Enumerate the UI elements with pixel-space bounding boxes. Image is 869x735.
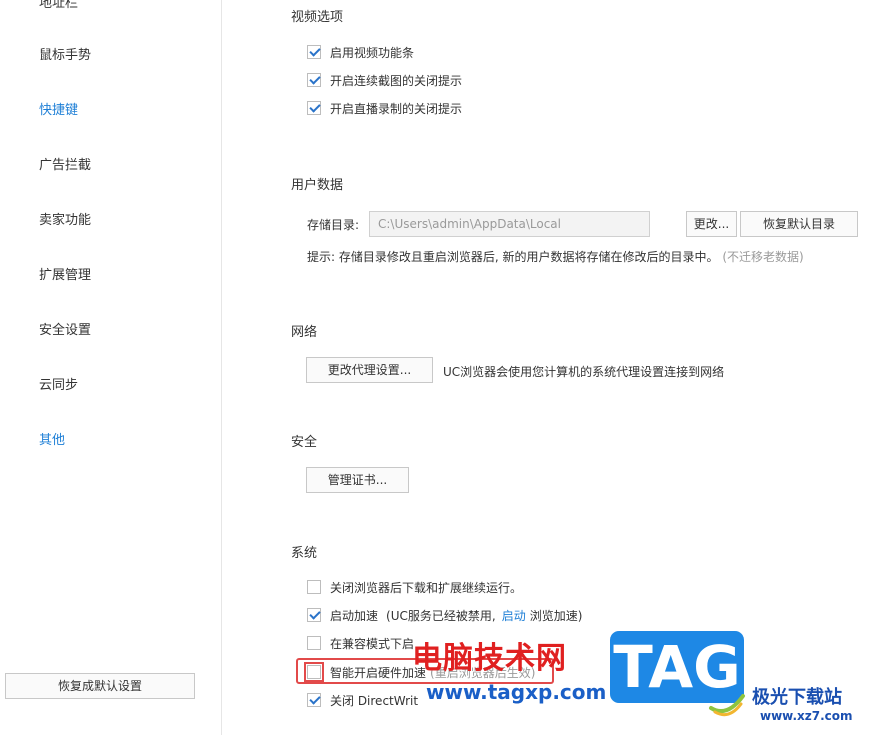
proxy-settings-button[interactable]: 更改代理设置... [306,357,433,383]
system-option-startup-boost[interactable]: 启动加速 (UC服务已经被禁用, 启动 浏览加速) [307,607,582,623]
checkbox[interactable] [307,101,321,115]
storage-hint: 提示: 存储目录修改且重启浏览器后, 新的用户数据将存储在修改后的目录中。 (不… [307,248,804,265]
video-option-screenshot-prompt[interactable]: 开启连续截图的关闭提示 [307,72,462,88]
startup-boost-note: (UC服务已经被禁用, [386,608,496,623]
checkbox-label: 在兼容模式下启 [330,636,415,651]
checkbox-label: 启动加速 [330,608,379,623]
sidebar-item-address-bar[interactable]: 地址栏 [39,0,78,11]
watermark-brand-url: www.xz7.com [760,709,853,723]
watermark-site-url: www.tagxp.com [426,680,607,704]
video-option-record-prompt[interactable]: 开启直播录制的关闭提示 [307,100,462,116]
sidebar-item-mouse-gestures[interactable]: 鼠标手势 [39,44,91,63]
system-option-compat-mode[interactable]: 在兼容模式下启 [307,635,414,651]
manage-certificates-button[interactable]: 管理证书... [306,467,409,493]
storage-path-input[interactable] [369,211,650,237]
system-option-directwrite[interactable]: 关闭 DirectWrit [307,692,418,708]
proxy-description: UC浏览器会使用您计算机的系统代理设置连接到网络 [443,365,725,379]
user-data-section-title: 用户数据 [291,178,344,193]
sidebar-item-cloud-sync[interactable]: 云同步 [39,374,78,393]
video-option-toolbar[interactable]: 启用视频功能条 [307,44,414,60]
sidebar-item-other[interactable]: 其他 [39,429,65,448]
checkbox[interactable] [307,636,321,650]
storage-hint-note: (不迁移老数据) [722,250,804,264]
watermark-site-name: 电脑技术网 [412,641,567,676]
settings-sidebar: 地址栏 鼠标手势 快捷键 广告拦截 卖家功能 扩展管理 安全设置 云同步 其他 … [0,0,222,735]
startup-boost-note-end: 浏览加速) [529,608,583,623]
checkbox-label: 启用视频功能条 [330,45,415,60]
storage-dir-label: 存储目录: [307,218,360,232]
change-dir-button[interactable]: 更改... [686,211,737,237]
storage-hint-text: 提示: 存储目录修改且重启浏览器后, 新的用户数据将存储在修改后的目录中。 [307,250,719,264]
checkbox[interactable] [307,45,321,59]
checkbox-label: 关闭浏览器后下载和扩展继续运行。 [330,580,523,595]
restore-dir-button[interactable]: 恢复默认目录 [740,211,858,237]
settings-main: 视频选项 启用视频功能条 开启连续截图的关闭提示 开启直播录制的关闭提示 用户数… [223,0,869,735]
checkbox-label: 开启直播录制的关闭提示 [330,101,463,116]
video-section-title: 视频选项 [291,10,344,25]
swoosh-icon [709,694,745,717]
sidebar-item-shortcuts[interactable]: 快捷键 [39,99,78,118]
checkbox[interactable] [307,693,321,707]
reset-all-button[interactable]: 恢复成默认设置 [5,673,195,699]
sidebar-item-ad-block[interactable]: 广告拦截 [39,154,91,173]
checkbox-label: 关闭 DirectWrit [330,693,419,708]
watermark-brand-name: 极光下载站 [752,687,842,708]
sidebar-item-extensions[interactable]: 扩展管理 [39,264,91,283]
checkbox[interactable] [307,73,321,87]
security-section-title: 安全 [291,435,318,450]
network-section-title: 网络 [291,325,318,340]
system-section-title: 系统 [291,546,318,561]
enable-boost-link[interactable]: 启动 [502,607,526,624]
checkbox[interactable] [307,608,321,622]
checkbox[interactable] [307,580,321,594]
sidebar-item-seller[interactable]: 卖家功能 [39,209,91,228]
system-option-background-run[interactable]: 关闭浏览器后下载和扩展继续运行。 [307,579,522,595]
checkbox-label: 开启连续截图的关闭提示 [330,73,463,88]
sidebar-item-security[interactable]: 安全设置 [39,319,91,338]
